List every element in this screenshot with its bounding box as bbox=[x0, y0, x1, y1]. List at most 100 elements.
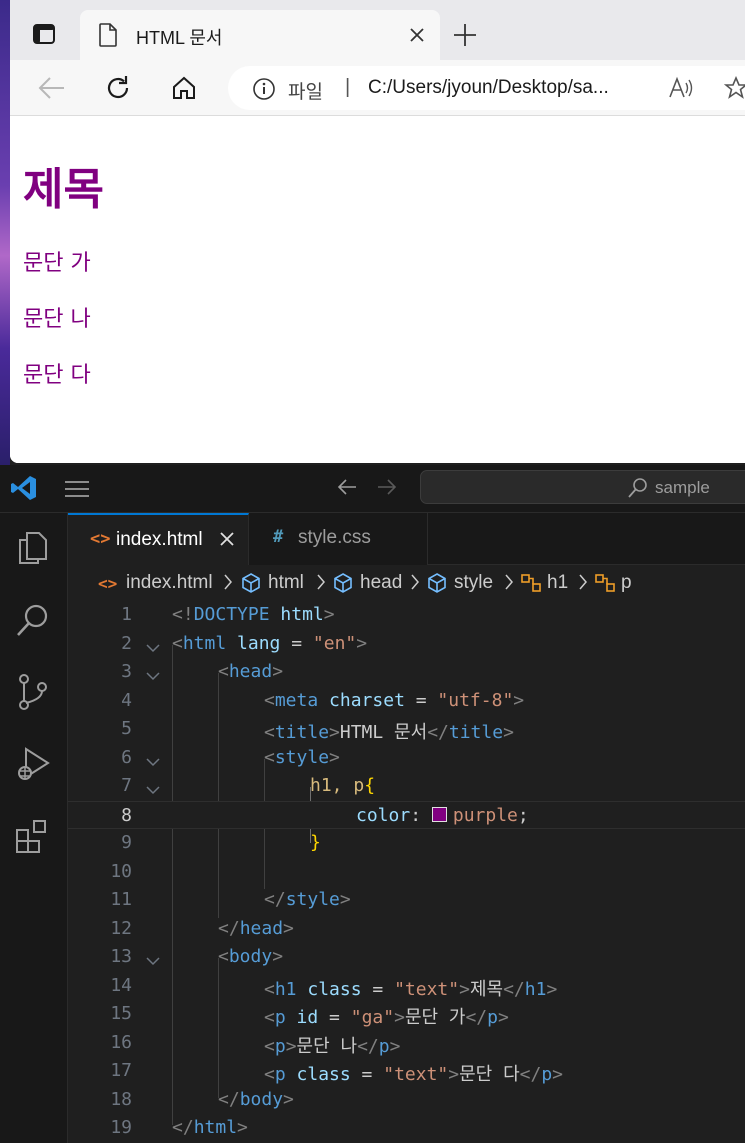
tab-label: style.css bbox=[298, 527, 371, 548]
browser-window: HTML 문서 파일 | C:/Users/jyoun/Desktop/sa..… bbox=[10, 0, 745, 463]
code-text: <p id = "ga">문단 가</p> bbox=[264, 1007, 509, 1028]
breadcrumb-item-head[interactable]: head bbox=[360, 572, 402, 594]
info-icon[interactable] bbox=[252, 77, 276, 106]
run-debug-icon[interactable] bbox=[14, 745, 52, 783]
desktop-background bbox=[0, 0, 10, 465]
page-paragraph-na: 문단 나 bbox=[23, 307, 91, 332]
vscode-logo-icon bbox=[10, 474, 38, 507]
code-text: color: purple; bbox=[356, 804, 529, 826]
line-number: 9 bbox=[121, 832, 132, 853]
code-line: 19 </html> bbox=[68, 1114, 745, 1143]
menu-icon[interactable] bbox=[64, 478, 90, 505]
reload-icon[interactable] bbox=[104, 74, 132, 107]
close-icon[interactable] bbox=[408, 26, 426, 49]
browser-toolbar: 파일 | C:/Users/jyoun/Desktop/sa... bbox=[10, 60, 745, 116]
line-number: 1 bbox=[121, 604, 132, 625]
command-center-search[interactable]: sample bbox=[420, 470, 745, 504]
back-arrow-icon[interactable] bbox=[336, 476, 358, 503]
chevron-right-icon bbox=[410, 573, 420, 596]
code-line: 6 <style> bbox=[68, 744, 745, 773]
tab-style-css[interactable]: # style.css bbox=[249, 513, 428, 565]
line-number: 11 bbox=[110, 889, 132, 910]
rendered-page: 제목 문단 가 문단 나 문단 다 bbox=[10, 117, 745, 463]
color-swatch-icon[interactable] bbox=[431, 806, 447, 822]
source-control-icon[interactable] bbox=[14, 673, 52, 711]
line-number: 17 bbox=[110, 1060, 132, 1081]
code-line: 2 <html lang = "en"> bbox=[68, 630, 745, 659]
code-line: 5 <title>HTML 문서</title> bbox=[68, 715, 745, 744]
code-line: 10 bbox=[68, 858, 745, 887]
chevron-right-icon bbox=[223, 573, 233, 596]
code-line: 15 <p id = "ga">문단 가</p> bbox=[68, 1000, 745, 1029]
page-paragraph-ga: 문단 가 bbox=[23, 251, 91, 276]
extensions-icon[interactable] bbox=[14, 817, 52, 855]
new-tab-icon[interactable] bbox=[452, 22, 478, 53]
favorite-star-icon[interactable] bbox=[723, 75, 745, 105]
address-separator: | bbox=[345, 76, 351, 98]
line-number: 4 bbox=[121, 689, 132, 711]
explorer-files-icon[interactable] bbox=[14, 529, 52, 567]
code-text: <style> bbox=[264, 746, 340, 768]
code-line: 14 <h1 class = "text">제목</h1> bbox=[68, 972, 745, 1001]
vscode-window: sample <> index.html # style.css <> inde… bbox=[0, 465, 745, 1143]
page-heading: 제목 bbox=[23, 164, 104, 215]
line-number: 14 bbox=[110, 974, 132, 996]
browser-tab-active[interactable]: HTML 문서 bbox=[80, 10, 440, 60]
code-text: </head> bbox=[218, 917, 294, 939]
code-line: 13 <body> bbox=[68, 943, 745, 972]
code-text: <p class = "text">문단 다</p> bbox=[264, 1064, 564, 1085]
css-selector-icon bbox=[520, 572, 542, 599]
breadcrumb-item-html[interactable]: html bbox=[268, 572, 304, 594]
browser-tab-bar: HTML 문서 bbox=[10, 0, 745, 60]
search-icon bbox=[627, 477, 649, 504]
chevron-down-icon[interactable] bbox=[146, 950, 160, 971]
chevron-down-icon[interactable] bbox=[146, 665, 160, 686]
code-text: <body> bbox=[218, 946, 284, 967]
forward-arrow-icon[interactable] bbox=[376, 476, 398, 503]
chevron-right-icon bbox=[316, 573, 326, 596]
tab-index-html[interactable]: <> index.html bbox=[68, 513, 249, 565]
code-line: 1 <!DOCTYPE html> bbox=[68, 601, 745, 630]
chevron-right-icon bbox=[578, 573, 588, 596]
tab-actions-icon[interactable] bbox=[32, 22, 56, 46]
tab-title: HTML 문서 bbox=[136, 28, 223, 48]
code-line-current: 8 color: purple; bbox=[68, 800, 745, 829]
breadcrumb-item-style[interactable]: style bbox=[454, 572, 493, 594]
code-text: <!DOCTYPE html> bbox=[172, 604, 335, 625]
address-url[interactable]: C:/Users/jyoun/Desktop/sa... bbox=[368, 77, 609, 99]
address-bar[interactable]: 파일 | C:/Users/jyoun/Desktop/sa... bbox=[228, 66, 745, 110]
page-paragraph-da: 문단 다 bbox=[23, 363, 91, 388]
code-text: <meta charset = "utf-8"> bbox=[264, 689, 525, 711]
back-arrow-icon[interactable] bbox=[38, 75, 66, 106]
read-aloud-icon[interactable] bbox=[668, 76, 694, 105]
line-number: 16 bbox=[110, 1031, 132, 1053]
code-text: <h1 class = "text">제목</h1> bbox=[264, 978, 558, 1000]
home-icon[interactable] bbox=[170, 74, 198, 107]
css-selector-icon bbox=[594, 572, 616, 599]
code-text: </html> bbox=[172, 1117, 248, 1138]
html-file-icon: <> bbox=[98, 574, 118, 593]
code-editor[interactable]: 1 <!DOCTYPE html> 2 <html lang = "en"> 3… bbox=[68, 601, 745, 1143]
breadcrumb-item-h1[interactable]: h1 bbox=[547, 572, 568, 594]
close-icon[interactable] bbox=[218, 530, 236, 553]
code-line: 9 } bbox=[68, 829, 745, 858]
line-number: 13 bbox=[110, 946, 132, 967]
chevron-down-icon[interactable] bbox=[146, 751, 160, 772]
chevron-down-icon[interactable] bbox=[146, 637, 160, 658]
html-file-icon: <> bbox=[90, 529, 111, 549]
line-number: 12 bbox=[110, 917, 132, 939]
code-line: 18 </body> bbox=[68, 1086, 745, 1115]
breadcrumb-item-file[interactable]: index.html bbox=[126, 572, 213, 594]
line-number: 6 bbox=[121, 746, 132, 768]
line-number: 15 bbox=[110, 1003, 132, 1024]
breadcrumb-item-p[interactable]: p bbox=[621, 572, 632, 594]
code-text: </body> bbox=[218, 1088, 294, 1110]
cube-symbol-icon bbox=[240, 572, 262, 599]
line-number: 19 bbox=[110, 1117, 132, 1138]
code-text: } bbox=[310, 832, 321, 853]
code-line: 17 <p class = "text">문단 다</p> bbox=[68, 1057, 745, 1086]
search-icon[interactable] bbox=[14, 601, 52, 639]
tab-label: index.html bbox=[116, 529, 203, 550]
chevron-down-icon[interactable] bbox=[146, 779, 160, 800]
breadcrumb: <> index.html html head style h1 p bbox=[68, 565, 745, 601]
